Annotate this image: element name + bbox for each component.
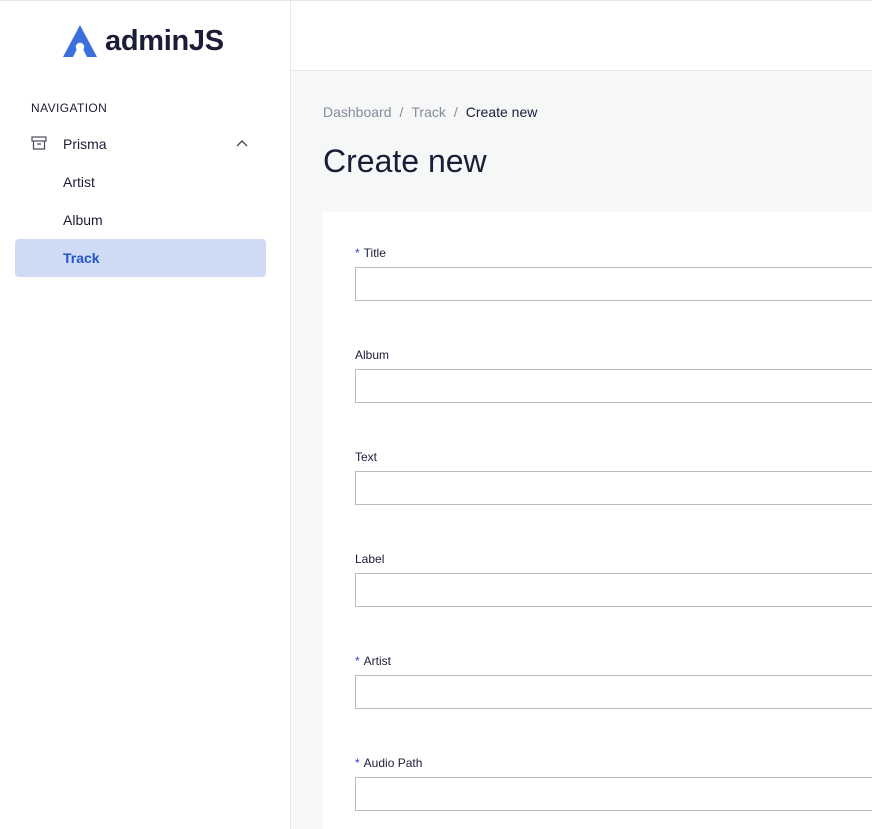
required-marker: *: [355, 654, 360, 668]
top-bar: [291, 1, 872, 71]
sidebar-item-artist[interactable]: Artist: [15, 163, 266, 201]
field-label: Album: [355, 347, 872, 363]
create-form: * Title Album Text Label * Artist * Audio P: [323, 212, 872, 829]
field-label-text: Audio Path: [363, 756, 423, 770]
field-label: Text: [355, 449, 872, 465]
sidebar: adminJS NAVIGATION Prisma Artist Album T…: [0, 1, 291, 829]
field-label: * Title: [355, 245, 872, 261]
field-text: Text: [355, 449, 872, 505]
nav-group-prisma[interactable]: Prisma: [15, 125, 266, 163]
album-input[interactable]: [355, 369, 872, 403]
nav-group-label: Prisma: [63, 136, 107, 152]
navigation-heading: NAVIGATION: [31, 101, 108, 115]
breadcrumb-current: Create new: [465, 104, 538, 120]
archive-icon: [31, 136, 47, 150]
field-label: * Artist: [355, 653, 872, 669]
field-title: * Title: [355, 245, 872, 301]
sidebar-item-label: Artist: [63, 174, 95, 190]
sidebar-item-label: Album: [63, 212, 103, 228]
field-label-text: Artist: [363, 654, 392, 668]
logo[interactable]: adminJS: [63, 23, 224, 59]
page-title: Create new: [323, 143, 487, 179]
adminjs-logo-icon: [63, 25, 97, 57]
text-input[interactable]: [355, 471, 872, 505]
breadcrumb-track-link[interactable]: Track: [411, 104, 445, 120]
title-input[interactable]: [355, 267, 872, 301]
app-window: adminJS NAVIGATION Prisma Artist Album T…: [0, 0, 872, 829]
sidebar-item-track[interactable]: Track: [15, 239, 266, 277]
breadcrumb-separator: /: [453, 104, 458, 120]
field-label-input: Label: [355, 551, 872, 607]
breadcrumb: Dashboard / Track / Create new: [323, 104, 537, 120]
field-artist: * Artist: [355, 653, 872, 709]
sidebar-item-label: Track: [63, 250, 100, 266]
label-input[interactable]: [355, 573, 872, 607]
field-label-text: Album: [355, 348, 390, 362]
breadcrumb-dashboard-link[interactable]: Dashboard: [323, 104, 392, 120]
field-label: * Audio Path: [355, 755, 872, 771]
audio-path-input[interactable]: [355, 777, 872, 811]
required-marker: *: [355, 756, 360, 770]
field-album: Album: [355, 347, 872, 403]
field-audio-path: * Audio Path: [355, 755, 872, 811]
artist-input[interactable]: [355, 675, 872, 709]
sidebar-item-album[interactable]: Album: [15, 201, 266, 239]
field-label: Label: [355, 551, 872, 567]
brand-name: adminJS: [105, 25, 224, 57]
breadcrumb-separator: /: [399, 104, 404, 120]
required-marker: *: [355, 246, 360, 260]
main-content: Dashboard / Track / Create new Create ne…: [291, 71, 872, 829]
field-label-text: Text: [355, 450, 378, 464]
chevron-up-icon[interactable]: [236, 138, 248, 148]
field-label-text: Label: [355, 552, 385, 566]
field-label-text: Title: [363, 246, 386, 260]
